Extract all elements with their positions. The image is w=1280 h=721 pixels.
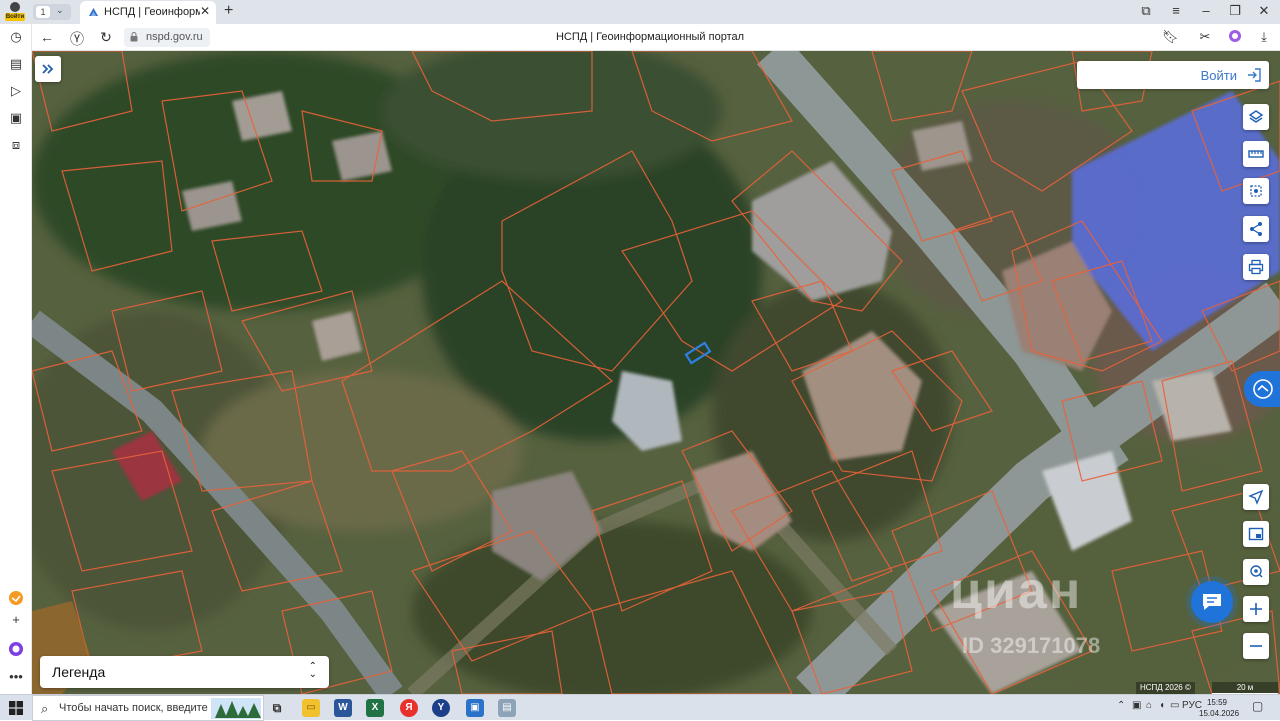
print-button[interactable] — [1243, 254, 1269, 280]
screenshot-icon[interactable]: ⧈ — [7, 137, 25, 155]
search-icon: ⌕ — [41, 701, 49, 716]
clock-date: 15.04.2026 — [1199, 709, 1240, 718]
select-area-icon — [1250, 185, 1262, 197]
alice-icon[interactable] — [1227, 29, 1243, 45]
browser-sidebar: ◷ ▤ ▷ ▣ ⧈ + ••• — [0, 24, 32, 694]
profile-login-badge: Войти — [5, 13, 25, 21]
tab-bar: Войти 1 ⌄ НСПД | Геоинформацио ✕ + ⧉ ≡ –… — [0, 0, 1280, 24]
search-highlight-image — [211, 698, 261, 719]
map-copyright: НСПД 2026 © — [1136, 682, 1195, 694]
system-clock[interactable]: 15:59 15.04.2026 — [1199, 697, 1240, 719]
window-app-icon[interactable]: ▣ — [466, 699, 484, 717]
layers-button[interactable] — [1243, 104, 1269, 130]
double-chevron-right-icon — [42, 64, 54, 74]
windows-taskbar: ⌕ Чтобы начать поиск, введите ⧉ ▭ W X Я … — [0, 694, 1280, 721]
zoom-in-button[interactable] — [1243, 596, 1269, 622]
profile-button[interactable]: Войти — [4, 1, 26, 23]
login-button[interactable]: Войти — [1077, 61, 1269, 89]
locate-icon — [1248, 489, 1264, 505]
tab-nspd[interactable]: НСПД | Геоинформацио ✕ — [80, 1, 216, 24]
geo-search-button[interactable] — [1243, 559, 1269, 585]
ruler-icon — [1248, 150, 1264, 158]
close-icon[interactable]: ✕ — [200, 4, 210, 18]
minimap-button[interactable] — [1243, 521, 1269, 547]
word-icon[interactable]: W — [334, 699, 352, 717]
address-bar: ← Ⓨ ↻ nspd.gov.ru НСПД | Геоинформационн… — [0, 24, 1280, 51]
tray-app-icon[interactable]: ▣ — [1132, 700, 1141, 711]
share-icon — [1250, 222, 1262, 236]
tray-overflow-icon[interactable]: ⌃ — [1117, 700, 1125, 711]
cian-watermark: циан — [950, 562, 1083, 620]
file-explorer-icon[interactable]: ▭ — [302, 699, 320, 717]
expand-collapse-icon: ⌃ ⌄ — [308, 661, 317, 680]
nspd-favicon-icon — [89, 8, 98, 16]
share-button[interactable] — [1243, 216, 1269, 242]
taskbar-search[interactable]: ⌕ Чтобы начать поиск, введите — [32, 695, 264, 721]
geo-search-icon — [1250, 565, 1263, 578]
restore-icon[interactable]: ❐ — [1226, 3, 1244, 19]
excel-icon[interactable]: X — [366, 699, 384, 717]
legend-label: Легенда — [52, 664, 106, 680]
print-icon — [1248, 259, 1264, 275]
play-icon[interactable]: ▷ — [7, 83, 25, 101]
layers-icon — [1248, 110, 1264, 123]
more-icon[interactable]: ••• — [7, 669, 25, 687]
minimize-icon[interactable]: – — [1197, 3, 1215, 18]
tab-count: 1 — [36, 6, 50, 18]
satellite-map[interactable] — [32, 51, 1280, 694]
measure-button[interactable] — [1243, 141, 1269, 167]
market-icon[interactable] — [7, 590, 25, 608]
chat-icon — [1203, 594, 1221, 610]
add-icon[interactable]: + — [7, 612, 25, 630]
map-view[interactable]: циан ID 329171078 Войти Легенда ⌃ ⌄ НСПД… — [32, 51, 1280, 694]
download-icon[interactable]: ⤓ — [1256, 29, 1272, 45]
zoom-in-icon — [1250, 603, 1262, 615]
taskbar-search-text: Чтобы начать поиск, введите — [59, 702, 208, 714]
yandex-app-icon[interactable]: Y — [432, 699, 450, 717]
clock-time: 15:59 — [1206, 698, 1228, 707]
login-label: Войти — [1200, 68, 1237, 83]
notes-icon[interactable]: ▤ — [7, 56, 25, 74]
network-icon[interactable]: ⌂ — [1146, 700, 1152, 711]
service-icon — [1253, 379, 1273, 399]
locate-button[interactable] — [1243, 484, 1269, 510]
collections-icon[interactable]: ⧉ — [1137, 3, 1155, 19]
network-app-icon[interactable]: ▤ — [498, 699, 516, 717]
profile-avatar-icon — [10, 2, 20, 12]
close-window-icon[interactable]: ✕ — [1255, 3, 1273, 19]
volume-icon[interactable]: ◖ — [1159, 700, 1165, 711]
battery-icon[interactable]: ▭ — [1170, 700, 1179, 711]
bookmark-icon[interactable]: 🔖︎ — [1162, 29, 1179, 45]
alice-assistant-icon[interactable] — [7, 641, 25, 659]
menu-icon[interactable]: ≡ — [1167, 3, 1185, 18]
services-side-tab[interactable] — [1244, 371, 1280, 407]
tab-counter[interactable]: 1 ⌄ — [33, 4, 71, 20]
chevron-down-icon: ⌄ — [56, 5, 64, 15]
new-tab-button[interactable]: + — [224, 2, 233, 20]
task-view-icon[interactable]: ⧉ — [268, 699, 286, 717]
tab-title: НСПД | Геоинформацио — [104, 6, 200, 18]
extension-icon[interactable]: ✂ — [1197, 29, 1213, 45]
select-area-button[interactable] — [1243, 178, 1269, 204]
notifications-icon[interactable]: ▢ — [1252, 699, 1263, 713]
zoom-out-button[interactable] — [1243, 633, 1269, 659]
page-title: НСПД | Геоинформационный портал — [555, 31, 745, 43]
calendar-icon[interactable]: ▣ — [7, 110, 25, 128]
history-icon[interactable]: ◷ — [7, 29, 25, 47]
legend-panel[interactable]: Легенда ⌃ ⌄ — [40, 656, 329, 688]
minimap-icon — [1248, 527, 1264, 541]
scale-bar: 20 м — [1212, 682, 1278, 694]
windows-start-icon[interactable] — [9, 701, 23, 715]
expand-panel-button[interactable] — [35, 56, 61, 82]
login-icon — [1248, 68, 1261, 82]
yandex-browser-icon[interactable]: Я — [400, 699, 418, 717]
cian-watermark-id: ID 329171078 — [962, 633, 1101, 658]
chat-button[interactable] — [1191, 581, 1233, 623]
zoom-out-icon — [1250, 645, 1262, 647]
